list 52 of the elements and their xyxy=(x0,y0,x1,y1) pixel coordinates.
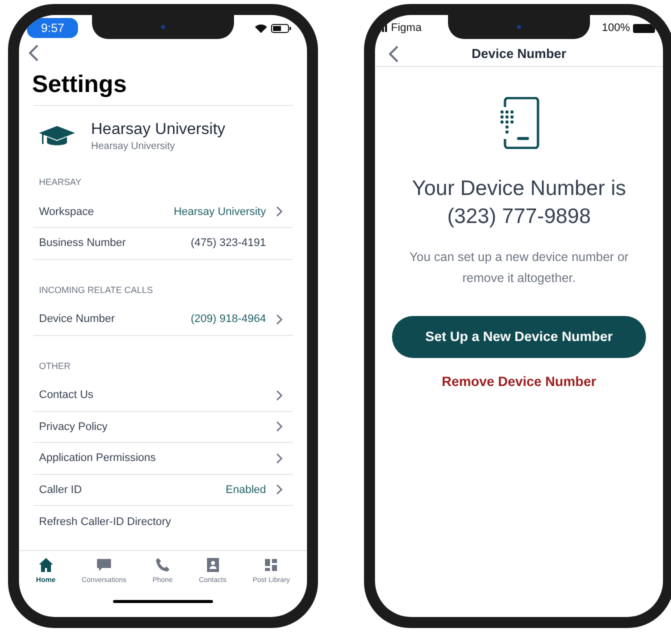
section-header: OTHER xyxy=(38,360,72,372)
wifi-icon xyxy=(255,24,267,32)
signal-icon xyxy=(379,24,387,32)
settings-row[interactable]: Business Number (475) 323-4191 xyxy=(33,228,293,260)
chat-bubble-icon xyxy=(96,556,112,572)
grid-tiles-icon xyxy=(263,556,280,572)
row-label: Contact Us xyxy=(39,388,94,403)
account-name: Hearsay University xyxy=(91,120,226,140)
row-value: Hearsay University xyxy=(174,204,266,220)
page-title: Settings xyxy=(31,70,128,100)
chevron-right-icon xyxy=(276,421,283,432)
account-subtitle: Hearsay University xyxy=(91,140,176,154)
section-header: HEARSAY xyxy=(38,176,82,189)
chevron-right-icon xyxy=(276,206,283,218)
row-value: (475) 323-4191 xyxy=(190,236,266,251)
status-battery-percent: 100% xyxy=(602,20,630,36)
settings-row[interactable]: Privacy Policy xyxy=(33,412,293,443)
battery-icon xyxy=(271,24,291,32)
row-value: (209) 918-4964 xyxy=(190,312,266,327)
row-label: Device Number xyxy=(39,312,116,327)
description-text: You can set up a new device number or remove it altogether. xyxy=(408,249,630,287)
row-label: Caller ID xyxy=(39,482,83,498)
row-label: Workspace xyxy=(39,204,95,220)
section-header: INCOMING RELATE CALLS xyxy=(38,284,154,296)
phone-icon xyxy=(154,556,171,572)
settings-row[interactable]: Refresh Caller-ID Directory xyxy=(33,506,293,538)
remove-device-number-link[interactable]: Remove Device Number xyxy=(442,372,596,392)
settings-row[interactable]: Contact Us xyxy=(33,380,293,412)
row-value: Enabled xyxy=(226,482,266,498)
chevron-right-icon xyxy=(276,452,283,464)
contact-card-icon xyxy=(204,556,221,572)
house-icon xyxy=(38,556,54,572)
back-icon[interactable] xyxy=(388,45,399,63)
row-label: Business Number xyxy=(39,236,127,251)
row-label: Application Permissions xyxy=(39,451,157,466)
chevron-right-icon xyxy=(276,314,283,325)
status-time: 9:57 xyxy=(27,18,78,38)
device-number: (323) 777-9898 xyxy=(447,204,591,230)
settings-row[interactable]: Caller ID Enabled xyxy=(33,474,293,506)
device-number-heading: Your Device Number is xyxy=(412,176,626,202)
setup-device-number-button[interactable]: Set Up a New Device Number xyxy=(392,316,646,358)
chevron-right-icon xyxy=(276,484,283,496)
back-icon[interactable] xyxy=(28,44,39,62)
chevron-right-icon xyxy=(276,390,283,401)
status-carrier: Figma xyxy=(391,20,422,36)
row-label: Privacy Policy xyxy=(39,420,108,434)
settings-row[interactable]: Application Permissions xyxy=(33,443,293,474)
settings-row[interactable]: Workspace Hearsay University xyxy=(33,196,293,228)
settings-row[interactable]: Device Number (209) 918-4964 xyxy=(33,304,293,336)
row-label: Refresh Caller-ID Directory xyxy=(39,514,172,530)
battery-icon xyxy=(633,24,655,32)
nav-title: Device Number xyxy=(472,44,566,63)
